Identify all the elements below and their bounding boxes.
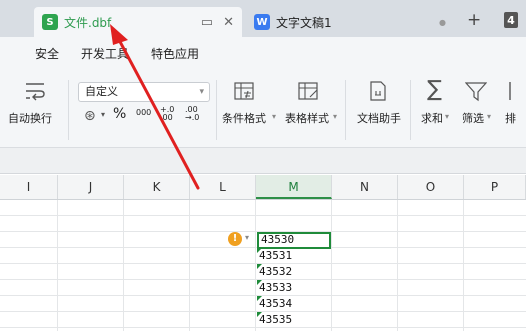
menu-developer-tools[interactable]: 开发工具: [81, 45, 129, 62]
close-icon[interactable]: ✕: [223, 15, 234, 30]
sheet-grid[interactable]: ! ▾ 43530 43531 43532 43533 43534 43535: [0, 200, 526, 331]
wrap-text-label[interactable]: 自动换行: [8, 110, 52, 126]
cell-value: 43530: [261, 233, 295, 246]
column-header-row: I J K L M N O P: [0, 175, 526, 200]
table-style-icon[interactable]: [298, 82, 320, 102]
column-header-l[interactable]: L: [190, 175, 256, 199]
ribbon-toolbar: 自动换行 自定义 ▾ ⊛ ▾ % 000 +.0 .00 .00 →.0 条件格…: [0, 70, 526, 148]
table-style-label[interactable]: 表格样式: [285, 110, 329, 126]
error-warning-icon[interactable]: !: [228, 232, 242, 246]
chevron-down-icon: ▾: [199, 87, 204, 97]
title-bar: S 文件.dbf ▭ ✕ W 文字文稿1 ● + 4: [0, 0, 526, 37]
chevron-down-icon[interactable]: ▾: [245, 233, 249, 242]
cell-value: 43531: [259, 249, 293, 262]
window-count-badge[interactable]: 4: [504, 12, 518, 28]
tab-title: 文件.dbf: [64, 15, 112, 30]
number-format-select[interactable]: 自定义 ▾: [78, 82, 210, 102]
table-row[interactable]: 43531: [257, 248, 331, 264]
currency-icon[interactable]: ⊛: [84, 108, 96, 124]
table-row[interactable]: 43535: [257, 312, 331, 328]
cell-value: 43532: [259, 265, 293, 278]
window-icon[interactable]: ▭: [201, 15, 213, 30]
chevron-down-icon[interactable]: ▾: [487, 112, 491, 121]
table-row[interactable]: 43533: [257, 280, 331, 296]
dot-icon: ●: [439, 17, 446, 27]
cell-value: 43533: [259, 281, 293, 294]
conditional-format-label[interactable]: 条件格式: [222, 110, 266, 126]
column-header-p[interactable]: P: [464, 175, 526, 199]
document-helper-label[interactable]: 文档助手: [357, 110, 401, 126]
increase-decimal-button[interactable]: +.0 .00: [160, 106, 174, 122]
column-header-o[interactable]: O: [398, 175, 464, 199]
cell-m-active[interactable]: 43530: [257, 232, 331, 249]
table-row[interactable]: 43534: [257, 296, 331, 312]
sort-icon[interactable]: [508, 80, 526, 102]
tab-file-dbf[interactable]: S 文件.dbf ▭ ✕: [34, 7, 242, 37]
sum-label[interactable]: 求和: [421, 110, 443, 126]
column-header-m[interactable]: M: [256, 175, 332, 199]
number-format-value: 自定义: [85, 85, 118, 98]
decrease-decimal-button[interactable]: .00 →.0: [185, 106, 199, 122]
conditional-format-icon[interactable]: [234, 82, 256, 102]
column-header-n[interactable]: N: [332, 175, 398, 199]
chevron-down-icon[interactable]: ▾: [101, 110, 105, 119]
chevron-down-icon[interactable]: ▾: [445, 112, 449, 121]
thousands-button[interactable]: 000: [136, 108, 151, 117]
menu-special-apps[interactable]: 特色应用: [151, 45, 199, 62]
tab-title: 文字文稿1: [276, 15, 332, 30]
menu-security[interactable]: 安全: [35, 45, 59, 62]
new-tab-button[interactable]: +: [467, 10, 481, 30]
sort-label[interactable]: 排: [505, 110, 516, 126]
column-header-j[interactable]: J: [58, 175, 124, 199]
formula-bar[interactable]: [0, 148, 526, 174]
tab-document[interactable]: W 文字文稿1 ●: [246, 7, 454, 37]
document-helper-icon[interactable]: [368, 80, 388, 102]
cell-value: 43534: [259, 297, 293, 310]
menu-bar: 安全 开发工具 特色应用: [0, 37, 526, 70]
sum-icon[interactable]: ∑: [427, 77, 442, 102]
cell-value: 43535: [259, 313, 293, 326]
column-header-k[interactable]: K: [124, 175, 190, 199]
column-header-i[interactable]: I: [0, 175, 58, 199]
chevron-down-icon[interactable]: ▾: [272, 112, 276, 121]
chevron-down-icon[interactable]: ▾: [333, 112, 337, 121]
filter-icon[interactable]: [465, 82, 487, 102]
writer-app-icon: W: [254, 14, 270, 30]
spreadsheet-app-icon: S: [42, 14, 58, 30]
filter-label[interactable]: 筛选: [462, 110, 484, 126]
wrap-text-icon[interactable]: [24, 80, 46, 102]
table-row[interactable]: 43532: [257, 264, 331, 280]
percent-button[interactable]: %: [113, 106, 126, 122]
